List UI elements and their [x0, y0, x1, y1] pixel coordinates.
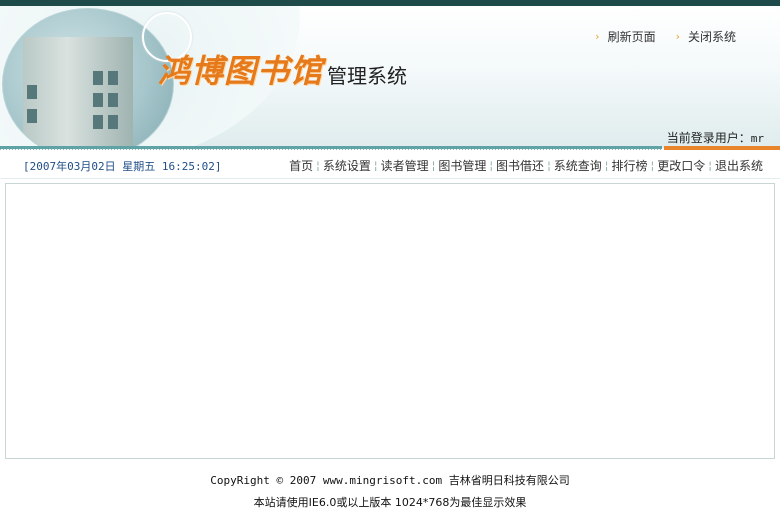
menu-separator: ¦	[431, 159, 436, 172]
refresh-page-label: 刷新页面	[607, 30, 656, 44]
menu-separator: ¦	[489, 159, 494, 172]
menu-separator: ¦	[650, 159, 655, 172]
chevron-right-icon: ›	[675, 30, 680, 43]
footer: CopyRight © 2007 www.mingrisoft.com 吉林省明…	[0, 470, 780, 514]
refresh-page-link[interactable]: › 刷新页面	[595, 28, 655, 45]
menu-system-settings[interactable]: 系统设置	[323, 157, 371, 174]
library-name-logo: 鸿博图书馆	[158, 52, 324, 90]
current-user-name: mr	[750, 132, 764, 145]
header-divider	[0, 146, 780, 150]
menu-change-password[interactable]: 更改口令	[657, 157, 705, 174]
system-title: 鸿博图书馆 管理系统	[158, 52, 407, 92]
menu-separator: ¦	[604, 159, 609, 172]
menu-separator: ¦	[547, 159, 551, 172]
menu-reader-management[interactable]: 读者管理	[381, 157, 429, 174]
menu-system-query[interactable]: 系统查询	[554, 157, 602, 174]
copyright-text: CopyRight © 2007 www.mingrisoft.com 吉林省明…	[210, 474, 570, 487]
browser-recommendation: 本站请使用IE6.0或以上版本 1024*768为最佳显示效果	[253, 496, 527, 509]
menu-home[interactable]: 首页	[289, 157, 313, 174]
current-user-info: 当前登录用户：mr	[667, 129, 764, 146]
menu-book-management[interactable]: 图书管理	[438, 157, 486, 174]
main-content-area	[5, 183, 775, 459]
current-user-label: 当前登录用户：	[666, 131, 751, 145]
top-links: › 刷新页面 › 关闭系统	[595, 28, 736, 45]
close-system-label: 关闭系统	[687, 30, 736, 44]
header-banner: 鸿博图书馆 管理系统 › 刷新页面 › 关闭系统 当前登录用户：mr	[0, 6, 780, 148]
chevron-right-icon: ›	[595, 30, 600, 43]
close-system-link[interactable]: › 关闭系统	[676, 28, 736, 45]
building-illustration	[23, 37, 133, 148]
navigation-bar: [2007年03月02日 星期五 16:25:02] 首页 ¦ 系统设置 ¦ 读…	[0, 152, 780, 179]
menu-logout[interactable]: 退出系统	[715, 157, 763, 174]
current-datetime: [2007年03月02日 星期五 16:25:02]	[23, 160, 222, 173]
menu-separator: ¦	[708, 159, 712, 172]
system-title-suffix: 管理系统	[327, 64, 408, 88]
menu-separator: ¦	[373, 159, 378, 172]
main-menu: 首页 ¦ 系统设置 ¦ 读者管理 ¦ 图书管理 ¦ 图书借还 ¦ 系统查询 ¦ …	[289, 157, 763, 174]
menu-separator: ¦	[316, 159, 320, 172]
menu-book-lending[interactable]: 图书借还	[496, 157, 544, 174]
menu-rankings[interactable]: 排行榜	[612, 157, 648, 174]
